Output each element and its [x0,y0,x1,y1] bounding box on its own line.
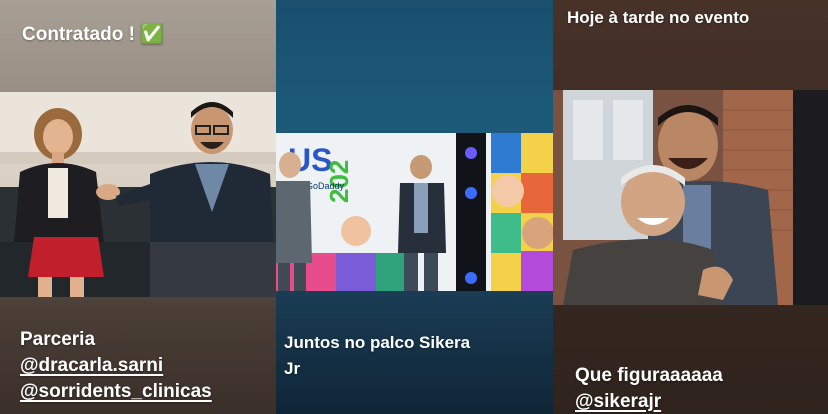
story-1-photo [0,92,276,297]
caption-line: Juntos no palco Sikera [284,333,471,352]
story-3-top-caption: Hoje à tarde no evento [567,8,750,27]
story-1-bottom-caption: Parceria @dracarla.sarni @sorridents_cli… [20,327,212,405]
story-panel-2[interactable]: US 202 GoDaddy Juntos no palco Sikera Jr [276,0,553,414]
story-3-bottom-caption: Que figuraaaaaa @sikerajr [575,363,723,414]
story-2-photo-art: US 202 GoDaddy [276,133,553,291]
story-2-bottom-caption: Juntos no palco Sikera Jr [284,330,470,382]
story-1-photo-art [0,92,276,297]
caption-line: Parceria [20,329,96,350]
mention-link[interactable]: @sorridents_clinicas [20,379,212,405]
mention-link[interactable]: @sikerajr [575,389,723,414]
story-strip: Contratado ! ✅ Parceria @dracarla.sarni … [0,0,828,414]
mention-link[interactable]: @dracarla.sarni [20,353,212,379]
caption-line: Que figuraaaaaa [575,365,723,386]
story-3-photo-art [553,90,828,305]
story-3-photo [553,90,828,305]
story-panel-1[interactable]: Contratado ! ✅ Parceria @dracarla.sarni … [0,0,276,414]
story-2-photo: US 202 GoDaddy [276,133,553,291]
caption-line: Jr [284,359,301,378]
story-1-top-caption: Contratado ! ✅ [22,24,164,45]
stage-brand-text: GoDaddy [306,181,345,191]
story-panel-3[interactable]: Hoje à tarde no evento Que figuraaaaaa @… [553,0,828,414]
